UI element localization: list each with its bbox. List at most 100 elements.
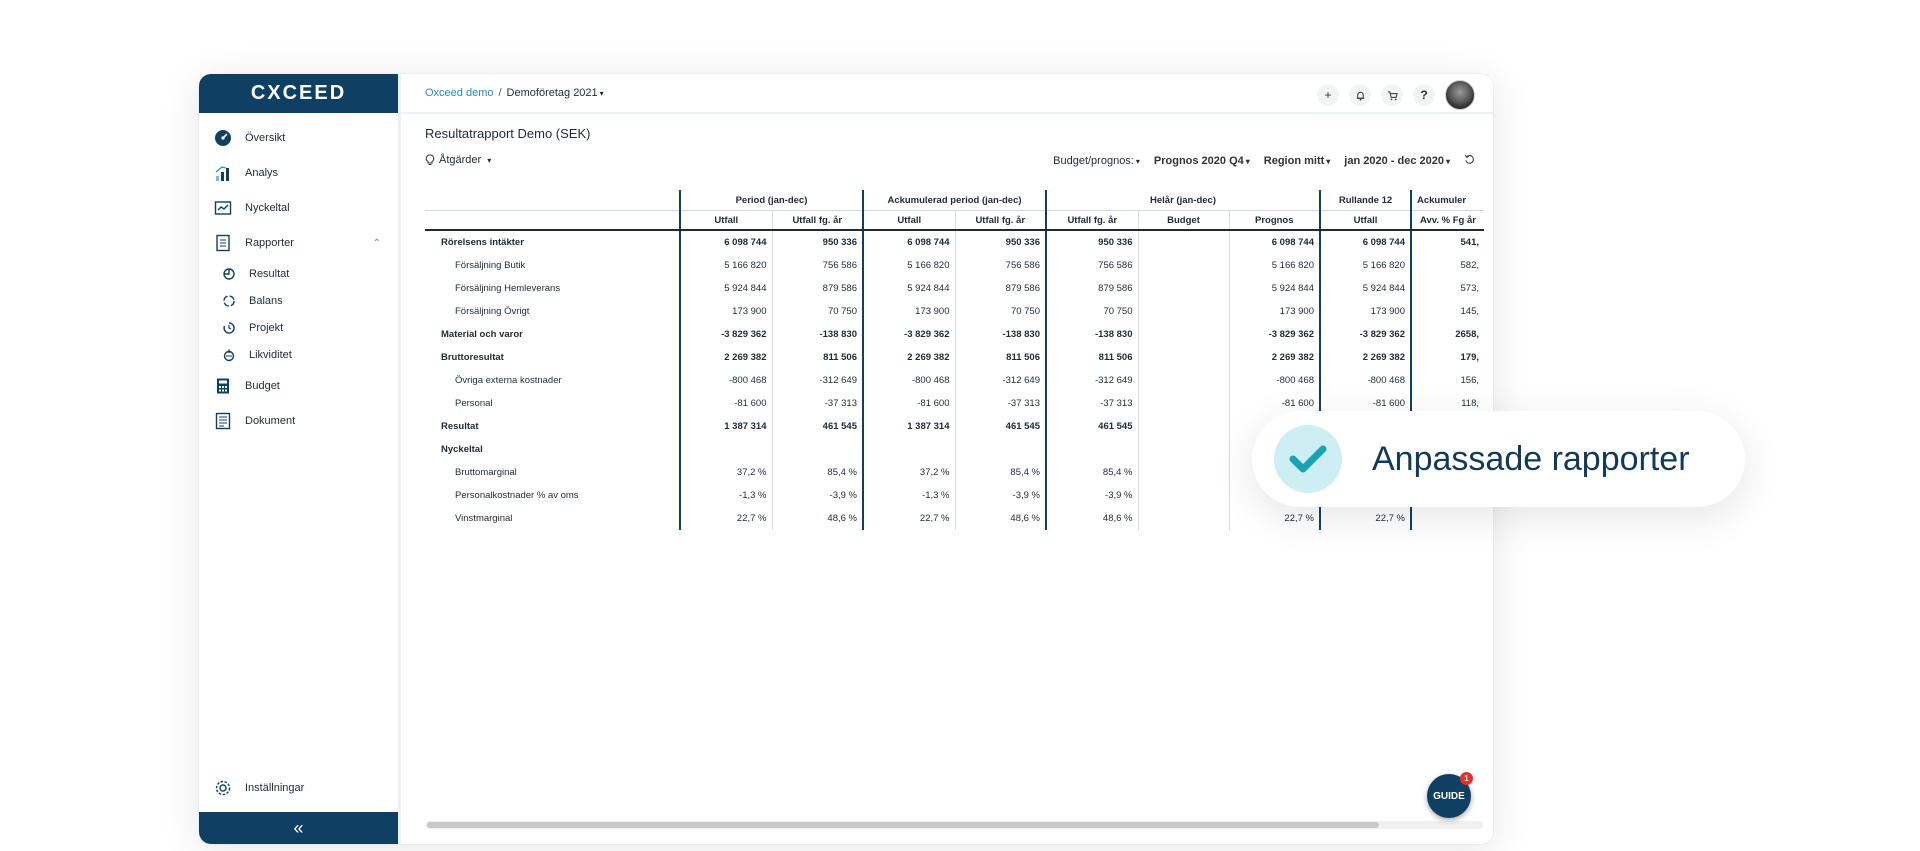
table-cell: 6 098 744 [1228,230,1320,254]
cart-icon [1387,90,1398,100]
row-label: Material och varor [441,329,523,340]
check-icon [1274,425,1342,493]
region-filter[interactable]: Region mitt ▾ [1264,155,1331,167]
row-label: Rörelsens intäkter [441,237,524,248]
avatar[interactable] [1445,80,1475,110]
group-header: Ackumulerad period (jan-dec) [862,190,1046,211]
sidebar-subitem-projekt[interactable]: Projekt [199,318,395,338]
table-cell [1137,507,1229,530]
caret-down-icon: ▾ [1135,157,1140,166]
help-button[interactable]: ? [1413,84,1435,106]
table-cell: 950 336 [771,230,863,254]
sidebar-subitem-balans[interactable]: Balans [199,291,395,311]
table-cell: 85,4 % [771,461,863,484]
group-header: Ackumuler [1410,190,1484,211]
table-cell [1137,438,1229,461]
add-button[interactable]: + [1317,84,1339,106]
table-cell: -800 468 [1319,369,1411,392]
kpi-icon [213,198,233,218]
table-row: Försäljning Övrigt 173 900 70 750 173 900 70… [425,300,1484,323]
caret-down-icon: ▾ [487,155,492,165]
notifications-button[interactable] [1349,84,1371,106]
table-cell [1137,300,1229,323]
column-header[interactable]: Avv. % Fg år [1410,210,1484,231]
sidebar-item-installningar[interactable]: Inställningar [199,776,395,800]
table-cell: 85,4 % [954,461,1046,484]
table-cell: -3 829 362 [679,323,772,346]
column-header[interactable]: Utfall fg. år [954,210,1046,231]
sidebar-item-nyckeltal[interactable]: Nyckeltal [199,196,395,220]
logo[interactable]: CXCEED [199,74,398,113]
gear-icon [213,778,233,798]
table-cell: 879 586 [1045,277,1138,300]
table-cell [771,438,863,461]
reset-icon [1464,154,1474,164]
table-cell: 22,7 % [1319,507,1411,530]
horizontal-scrollbar[interactable] [427,822,1379,828]
table-cell [954,438,1046,461]
table-cell: 70 750 [771,300,863,323]
breadcrumb-root[interactable]: Oxceed demo [425,87,493,99]
table-cell: 950 336 [954,230,1046,254]
sidebar-subitem-resultat[interactable]: Resultat [199,264,395,284]
table-cell: 70 750 [1045,300,1138,323]
table-cell: 950 336 [1045,230,1138,254]
table-cell: 22,7 % [862,507,955,530]
forecast-filter-value: Prognos 2020 Q4 [1153,155,1244,167]
table-cell: 461 545 [771,415,863,438]
result-icon [221,266,237,282]
actions-dropdown[interactable]: Åtgärder ▾ [425,154,491,166]
table-cell: 85,4 % [1045,461,1138,484]
cart-button[interactable] [1381,84,1403,106]
table-cell: 37,2 % [862,461,955,484]
budget-filter-label: Budget/prognos: [1053,155,1134,167]
table-cell [1410,507,1484,530]
table-cell: 2 269 382 [1228,346,1320,369]
group-header: Rullande 12 [1319,190,1411,211]
guide-button[interactable]: GUIDE 1 [1427,772,1473,818]
sidebar-item-rapporter[interactable]: Rapporter ⌃ [199,231,395,255]
breadcrumb-separator: / [498,87,502,99]
sidebar-item-budget[interactable]: Budget [199,374,395,398]
table-cell: 156, [1410,369,1484,392]
row-label: Vinstmarginal [455,513,513,524]
column-header[interactable]: Utfall [862,210,955,231]
table-row: Material och varor -3 829 362 -138 830 -3 8… [425,323,1484,346]
column-header[interactable]: Utfall fg. år [771,210,863,231]
group-header: Period (jan-dec) [679,190,863,211]
row-label: Resultat [441,421,479,432]
sidebar-subitem-likviditet[interactable]: Likviditet [199,345,395,365]
guide-label: GUIDE [1433,790,1465,802]
table-row: Försäljning Butik 5 166 820 756 586 5 166 8… [425,254,1484,277]
period-filter[interactable]: jan 2020 - dec 2020 ▾ [1344,155,1450,167]
forecast-filter[interactable]: Prognos 2020 Q4 ▾ [1154,155,1250,167]
sidebar-item-oversikt[interactable]: Översikt [199,126,395,150]
column-header[interactable]: Utfall fg. år [1045,210,1138,231]
table-cell: 173 900 [862,300,955,323]
column-header[interactable]: Prognos [1228,210,1320,231]
guide-badge: 1 [1460,772,1473,785]
company-dropdown[interactable]: Demoföretag 2021 ▾ [507,87,604,99]
table-row: Vinstmarginal 22,7 % 48,6 % 22,7 % 48,6 % 48,… [425,507,1484,530]
column-header[interactable]: Budget [1137,210,1229,231]
table-cell: -138 830 [954,323,1046,346]
top-icons: + ? [1317,80,1475,110]
sidebar-collapse-button[interactable]: « [199,812,398,844]
table-cell [1137,254,1229,277]
table-cell [1137,323,1229,346]
budget-filter[interactable]: Budget/prognos: ▾ [1053,155,1140,167]
table-cell: 6 098 744 [862,230,955,254]
balance-icon [221,293,237,309]
table-cell: 22,7 % [679,507,772,530]
table-cell: -312 649 [771,369,863,392]
reset-button[interactable] [1464,154,1475,168]
table-cell: 541, [1410,230,1484,254]
column-header[interactable]: Utfall [1319,210,1411,231]
lightbulb-icon [425,154,435,165]
sidebar-item-analys[interactable]: Analys [199,161,395,185]
row-label: Personalkostnader % av oms [455,490,579,501]
sidebar-item-dokument[interactable]: Dokument [199,409,395,433]
table-cell: 879 586 [771,277,863,300]
row-label: Försäljning Hemleverans [455,283,561,294]
column-header[interactable]: Utfall [679,210,772,231]
